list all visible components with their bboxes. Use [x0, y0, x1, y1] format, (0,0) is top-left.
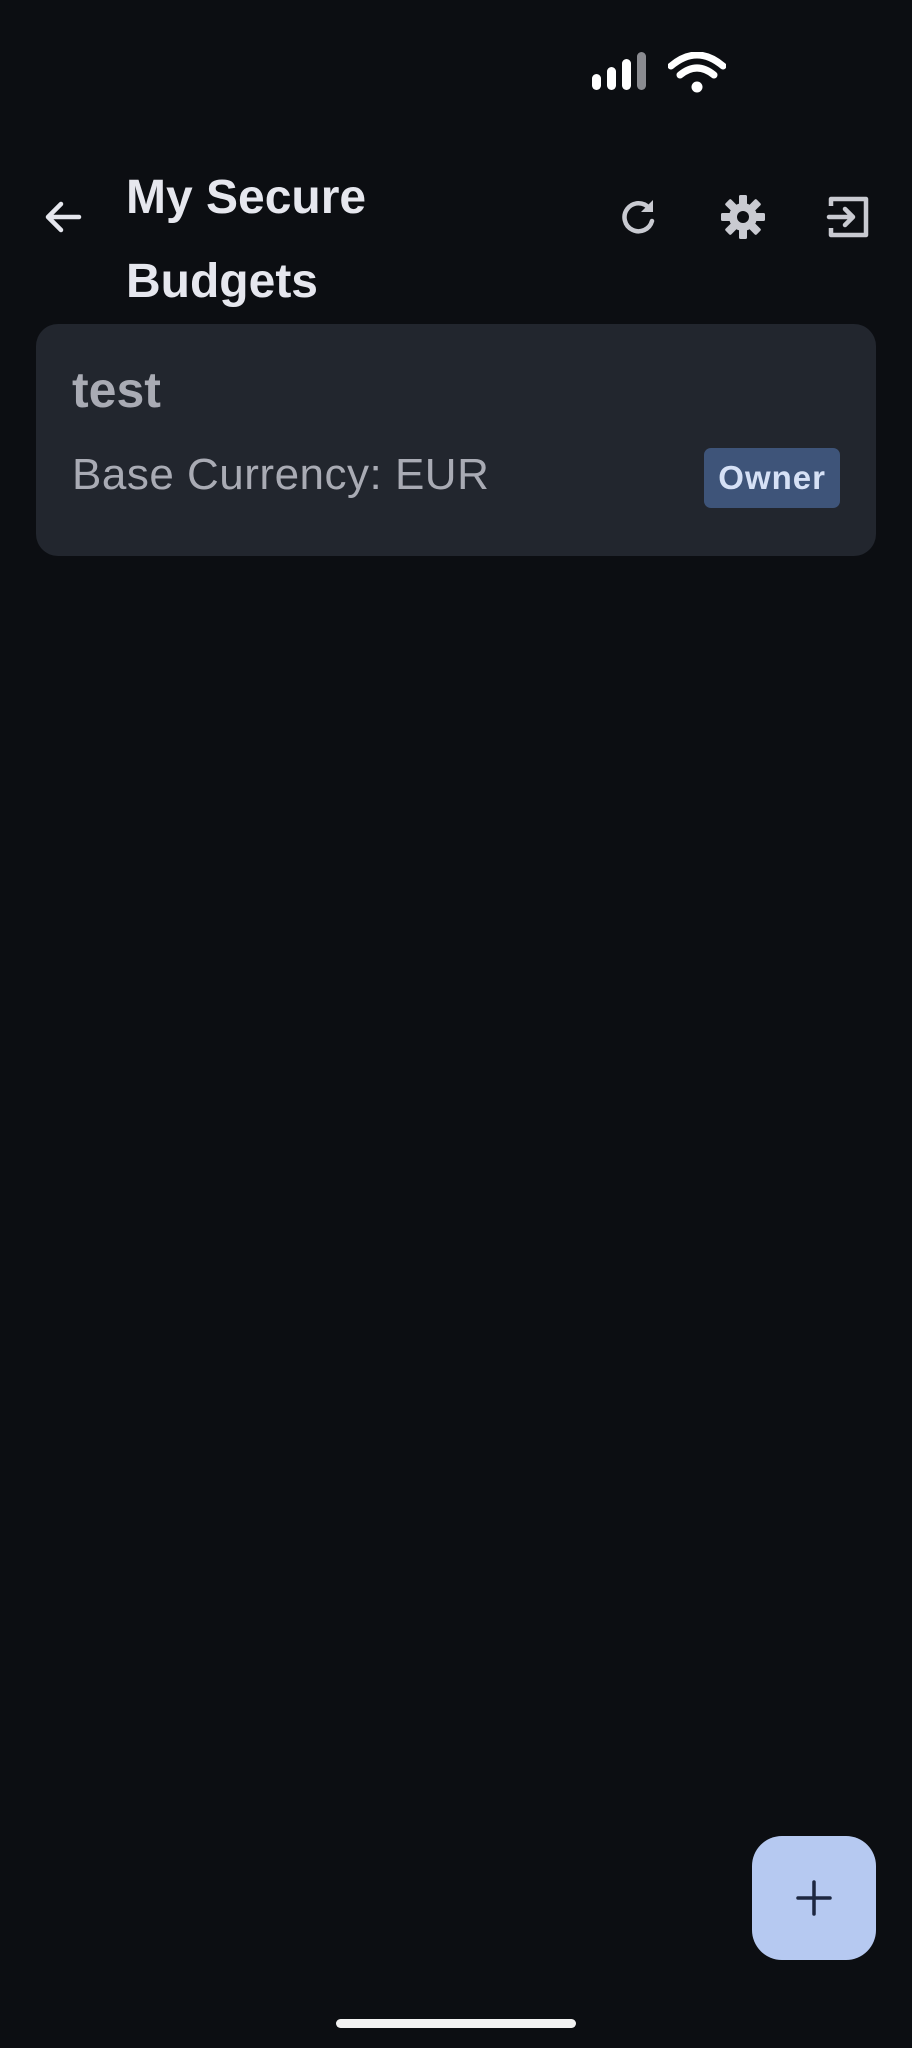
- budget-name: test: [72, 362, 161, 418]
- signal-icon: [592, 52, 646, 90]
- logout-button[interactable]: [818, 186, 880, 248]
- refresh-icon: [622, 200, 655, 234]
- wifi-icon: [668, 52, 726, 93]
- plus-icon: [796, 1880, 832, 1916]
- budget-base-currency: Base Currency: EUR: [72, 450, 490, 499]
- home-indicator[interactable]: [336, 2019, 576, 2028]
- app-bar: My Secure Budgets: [0, 150, 912, 310]
- refresh-button[interactable]: [607, 186, 669, 248]
- page-title: My Secure Budgets: [126, 171, 367, 308]
- back-button[interactable]: [32, 186, 94, 248]
- status-bar: [0, 0, 912, 130]
- add-budget-button[interactable]: [752, 1836, 876, 1960]
- budget-card[interactable]: test Base Currency: EUR Owner: [36, 324, 876, 556]
- gear-icon: [721, 195, 765, 239]
- settings-button[interactable]: [712, 186, 774, 248]
- logout-icon: [826, 196, 869, 238]
- role-badge: Owner: [704, 448, 840, 508]
- arrow-left-icon: [45, 201, 82, 233]
